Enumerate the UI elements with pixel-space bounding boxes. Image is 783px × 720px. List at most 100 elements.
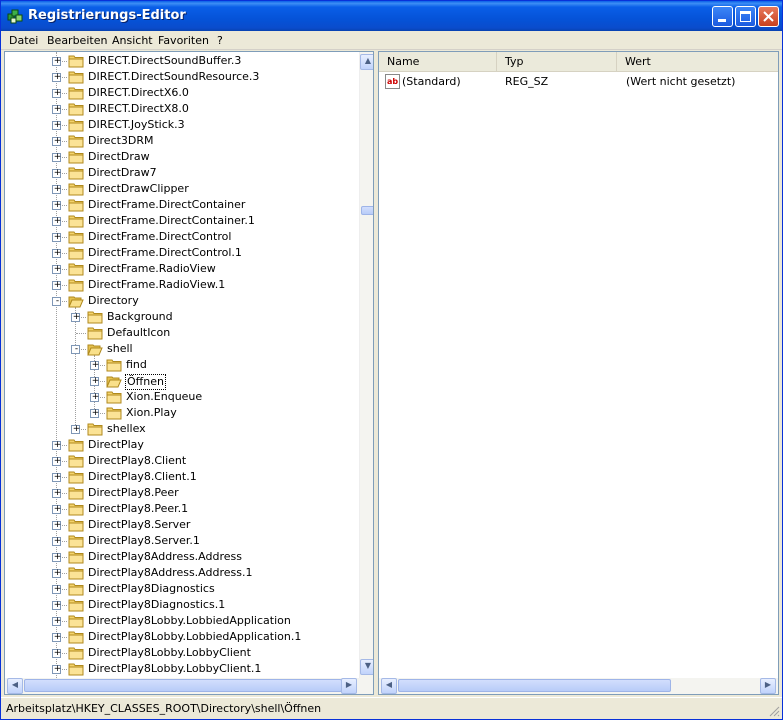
expand-icon[interactable]: + bbox=[52, 632, 61, 642]
tree-node-label[interactable]: DIRECT.DirectX6.0 bbox=[87, 86, 190, 100]
expand-icon[interactable]: + bbox=[52, 616, 61, 626]
tree-node-label[interactable]: DirectPlay8Lobby.LobbiedApplication.1 bbox=[87, 630, 302, 644]
tree-vertical-scrollbar[interactable]: ▲ ▼ bbox=[359, 52, 373, 678]
tree-node-label[interactable]: DirectDraw7 bbox=[87, 166, 158, 180]
tree-node[interactable]: DefaultIcon bbox=[5, 325, 355, 341]
expand-icon[interactable]: + bbox=[71, 312, 80, 322]
expand-icon[interactable]: + bbox=[52, 184, 61, 194]
tree-node[interactable]: + DirectDraw7 bbox=[5, 165, 355, 181]
tree-node[interactable]: + DIRECT.DirectX8.0 bbox=[5, 101, 355, 117]
tree-node-label[interactable]: shell bbox=[106, 342, 134, 356]
collapse-icon[interactable]: - bbox=[71, 344, 80, 354]
expand-icon[interactable]: + bbox=[52, 536, 61, 546]
expand-icon[interactable]: + bbox=[52, 264, 61, 274]
tree-node[interactable]: + DirectFrame.DirectContainer.1 bbox=[5, 213, 355, 229]
tree-node-label[interactable]: DirectPlay8Lobby.LobbyClient bbox=[87, 646, 252, 660]
tree-node[interactable]: + DirectPlay8Lobby.LobbiedApplication.1 bbox=[5, 629, 355, 645]
tree-node[interactable]: + Xion.Play bbox=[5, 405, 355, 421]
expand-icon[interactable]: + bbox=[52, 104, 61, 114]
maximize-button[interactable] bbox=[735, 6, 756, 27]
tree-node-label[interactable]: DirectPlay8.Server.1 bbox=[87, 534, 201, 548]
expand-icon[interactable]: + bbox=[52, 664, 61, 674]
column-header-value[interactable]: Wert bbox=[617, 52, 778, 72]
tree-node-label[interactable]: DirectPlay bbox=[87, 438, 145, 452]
tree-node-label[interactable]: DirectDraw bbox=[87, 150, 151, 164]
tree-node-label[interactable]: DirectFrame.DirectContainer bbox=[87, 198, 246, 212]
tree-node-label[interactable]: DIRECT.DirectX8.0 bbox=[87, 102, 190, 116]
expand-icon[interactable]: + bbox=[52, 232, 61, 242]
minimize-button[interactable] bbox=[712, 6, 733, 27]
expand-icon[interactable]: + bbox=[52, 552, 61, 562]
tree-node[interactable]: + find bbox=[5, 357, 355, 373]
expand-icon[interactable]: + bbox=[52, 488, 61, 498]
tree-node-label[interactable]: DirectFrame.RadioView.1 bbox=[87, 278, 226, 292]
tree-node[interactable]: + DirectFrame.DirectControl bbox=[5, 229, 355, 245]
tree-node-label[interactable]: DirectPlay8Address.Address.1 bbox=[87, 566, 253, 580]
tree-node[interactable]: + DirectPlay8Diagnostics.1 bbox=[5, 597, 355, 613]
expand-icon[interactable]: + bbox=[52, 216, 61, 226]
tree-node[interactable]: + DirectFrame.RadioView bbox=[5, 261, 355, 277]
collapse-icon[interactable]: - bbox=[52, 296, 61, 306]
tree-node-label[interactable]: DirectFrame.RadioView bbox=[87, 262, 217, 276]
tree-node[interactable]: + DirectPlay bbox=[5, 437, 355, 453]
tree-node[interactable]: + shellex bbox=[5, 421, 355, 437]
key-tree-pane[interactable]: + DIRECT.DirectSoundBuffer.3 + DIRECT.Direc… bbox=[4, 51, 374, 695]
tree-node[interactable]: - shell bbox=[5, 341, 355, 357]
menu-datei[interactable]: Datei bbox=[9, 34, 38, 47]
tree-node-label[interactable]: DIRECT.JoyStick.3 bbox=[87, 118, 186, 132]
tree-node[interactable]: + DIRECT.DirectSoundBuffer.3 bbox=[5, 53, 355, 69]
tree-node-label[interactable]: DirectFrame.DirectControl bbox=[87, 230, 232, 244]
scroll-left-button[interactable]: ◀ bbox=[7, 678, 23, 694]
list-horizontal-scrollbar[interactable]: ◀ ▶ bbox=[379, 678, 778, 694]
tree-node-label[interactable]: DefaultIcon bbox=[106, 326, 171, 340]
scroll-right-button[interactable]: ▶ bbox=[341, 678, 357, 694]
tree-node-label[interactable]: DIRECT.DirectSoundBuffer.3 bbox=[87, 54, 242, 68]
tree-node-label[interactable]: find bbox=[125, 358, 148, 372]
tree-node[interactable]: - Directory bbox=[5, 293, 355, 309]
tree-node[interactable]: + DirectPlay8Lobby.LobbyClient bbox=[5, 645, 355, 661]
tree-node[interactable]: + DirectPlay8.Peer bbox=[5, 485, 355, 501]
tree-node-label[interactable]: DirectPlay8.Client.1 bbox=[87, 470, 198, 484]
expand-icon[interactable]: + bbox=[52, 600, 61, 610]
expand-icon[interactable]: + bbox=[52, 88, 61, 98]
tree-node[interactable]: + DirectPlay8.Client.1 bbox=[5, 469, 355, 485]
expand-icon[interactable]: + bbox=[90, 360, 99, 370]
expand-icon[interactable]: + bbox=[52, 248, 61, 258]
expand-icon[interactable]: + bbox=[52, 584, 61, 594]
close-button[interactable] bbox=[758, 6, 779, 27]
expand-icon[interactable]: + bbox=[90, 408, 99, 418]
tree-node[interactable]: + DirectPlay8Diagnostics bbox=[5, 581, 355, 597]
tree-node-label[interactable]: DirectPlay8Address.Address bbox=[87, 550, 243, 564]
tree-node-label[interactable]: DirectPlay8Lobby.LobbiedApplication bbox=[87, 614, 292, 628]
tree-node[interactable]: + DirectPlay8Address.Address.1 bbox=[5, 565, 355, 581]
tree-node[interactable]: + DIRECT.JoyStick.3 bbox=[5, 117, 355, 133]
resize-grip-icon[interactable] bbox=[768, 705, 780, 717]
tree-horizontal-scrollbar[interactable]: ◀ ▶ bbox=[5, 678, 373, 694]
tree-node-label[interactable]: Directory bbox=[87, 294, 140, 308]
tree-node-label[interactable]: Xion.Enqueue bbox=[125, 390, 203, 404]
tree-node-label[interactable]: DirectFrame.DirectContainer.1 bbox=[87, 214, 256, 228]
tree-node[interactable]: + DirectPlay8Lobby.LobbyClient.1 bbox=[5, 661, 355, 677]
expand-icon[interactable]: + bbox=[52, 504, 61, 514]
tree-node-label[interactable]: Xion.Play bbox=[125, 406, 178, 420]
tree-node-label[interactable]: Direct3DRM bbox=[87, 134, 155, 148]
tree-node[interactable]: + Direct3DRM bbox=[5, 133, 355, 149]
expand-icon[interactable]: + bbox=[71, 424, 80, 434]
tree-node-label[interactable]: DirectDrawClipper bbox=[87, 182, 190, 196]
tree-node[interactable]: + DirectPlay8.Server bbox=[5, 517, 355, 533]
tree-node-label[interactable]: shellex bbox=[106, 422, 147, 436]
tree-node[interactable]: + DirectDrawClipper bbox=[5, 181, 355, 197]
expand-icon[interactable]: + bbox=[52, 168, 61, 178]
expand-icon[interactable]: + bbox=[52, 568, 61, 578]
tree-node[interactable]: + DirectPlay8Lobby.LobbiedApplication bbox=[5, 613, 355, 629]
expand-icon[interactable]: + bbox=[52, 200, 61, 210]
column-header-type[interactable]: Typ bbox=[497, 52, 617, 72]
values-list-pane[interactable]: Name Typ Wert ab (Standard) REG_SZ (Wert… bbox=[378, 51, 779, 695]
tree-node-label[interactable]: DirectPlay8.Peer bbox=[87, 486, 180, 500]
tree-node[interactable]: + DirectPlay8.Peer.1 bbox=[5, 501, 355, 517]
tree-node-label[interactable]: Background bbox=[106, 310, 174, 324]
tree-node[interactable]: + DirectDraw bbox=[5, 149, 355, 165]
tree-node-label[interactable]: DIRECT.DirectSoundResource.3 bbox=[87, 70, 260, 84]
tree-node-label[interactable]: DirectFrame.DirectControl.1 bbox=[87, 246, 243, 260]
tree-hscroll-thumb[interactable] bbox=[24, 679, 342, 692]
